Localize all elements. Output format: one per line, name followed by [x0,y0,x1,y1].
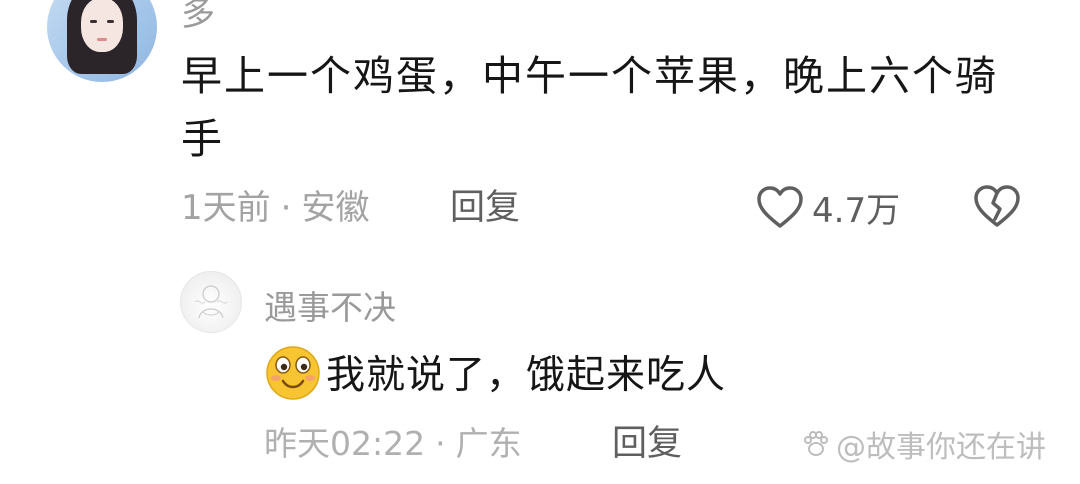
meta-separator: · [435,424,446,463]
watermark-text: @故事你还在讲 [836,430,1046,465]
comment-location: 安徽 [301,188,370,228]
reply-reply-button[interactable]: 回复 [612,421,682,467]
heart-outline-icon [757,186,803,228]
comment-text: 早上一个鸡蛋，中午一个苹果，晚上六个骑手 [181,52,998,163]
reply-text: 我就说了，饿起来吃人 [326,353,727,398]
avatar[interactable] [47,0,157,82]
reply-time: 昨天02:22 [264,424,426,463]
avatar-mouth [97,38,107,41]
broken-heart-icon[interactable] [973,183,1021,231]
username[interactable]: 多 [181,0,215,35]
reply-avatar[interactable] [180,271,242,333]
smiley-emoji-icon [266,346,320,400]
meta-separator: · [280,188,292,228]
avatar-face [81,0,123,52]
paw-icon [804,431,828,456]
reply-location: 广东 [455,424,522,463]
comment-time: 1天前 [181,188,271,228]
reply-content: 我就说了，饿起来吃人 [264,344,726,400]
like-button[interactable]: 4.7万 [756,184,901,231]
reply-username[interactable]: 遇事不决 [264,281,396,329]
avatar-eye [107,20,114,23]
reply-button[interactable]: 回复 [450,185,520,231]
comment-meta: 1天前 · 安徽 [181,185,369,231]
avatar-eye [90,20,97,23]
watermark: @故事你还在讲 [800,424,1046,465]
reply-meta: 昨天02:22 · 广东 [264,421,522,467]
avatar-sketch-icon [194,285,228,319]
like-count: 4.7万 [812,190,901,231]
